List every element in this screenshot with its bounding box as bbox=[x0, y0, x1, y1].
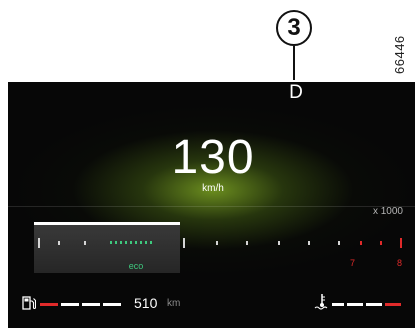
tachometer-tick bbox=[216, 241, 218, 245]
rpm-multiplier-label: x 1000 bbox=[372, 206, 403, 217]
speed-glow bbox=[8, 82, 415, 328]
eco-tick bbox=[115, 241, 117, 244]
display-divider bbox=[8, 206, 415, 207]
eco-tick bbox=[125, 241, 127, 244]
eco-tick bbox=[120, 241, 122, 244]
speed-value: 130 bbox=[171, 131, 255, 184]
eco-zone-background bbox=[34, 222, 180, 273]
callout-leader-line bbox=[293, 46, 295, 80]
eco-tick bbox=[140, 241, 142, 244]
eco-tick bbox=[145, 241, 147, 244]
fuel-pump-icon bbox=[22, 296, 36, 310]
fuel-range-unit: km bbox=[167, 298, 181, 309]
callout-marker: 3 bbox=[276, 10, 312, 46]
tachometer-tick bbox=[246, 241, 248, 245]
tachometer-tick bbox=[84, 241, 86, 245]
instrument-cluster-display: D 130 km/h x 1000 eco 7 8 510 km bbox=[8, 82, 415, 328]
rpm-label-7: 7 bbox=[350, 258, 356, 268]
eco-tick bbox=[135, 241, 137, 244]
figure-reference-number: 66446 bbox=[392, 35, 407, 74]
eco-tick bbox=[150, 241, 152, 244]
speed-unit: km/h bbox=[202, 183, 224, 194]
eco-tick bbox=[110, 241, 112, 244]
tachometer-tick bbox=[38, 238, 40, 248]
tachometer-tick bbox=[58, 241, 60, 245]
tachometer-tick bbox=[338, 241, 340, 245]
tachometer-tick bbox=[308, 241, 310, 245]
tachometer-tick bbox=[278, 241, 280, 245]
gear-indicator: D bbox=[289, 82, 303, 103]
tachometer-tick bbox=[183, 238, 185, 248]
eco-label: eco bbox=[128, 261, 144, 271]
fuel-range-value: 510 bbox=[134, 295, 158, 311]
rev-indicator-bar bbox=[34, 222, 180, 225]
coolant-temperature-icon bbox=[314, 294, 328, 310]
tachometer-tick bbox=[380, 241, 382, 245]
eco-tick bbox=[130, 241, 132, 244]
tachometer-tick bbox=[360, 241, 362, 245]
rpm-label-8: 8 bbox=[397, 258, 403, 268]
tachometer-tick bbox=[400, 238, 402, 248]
